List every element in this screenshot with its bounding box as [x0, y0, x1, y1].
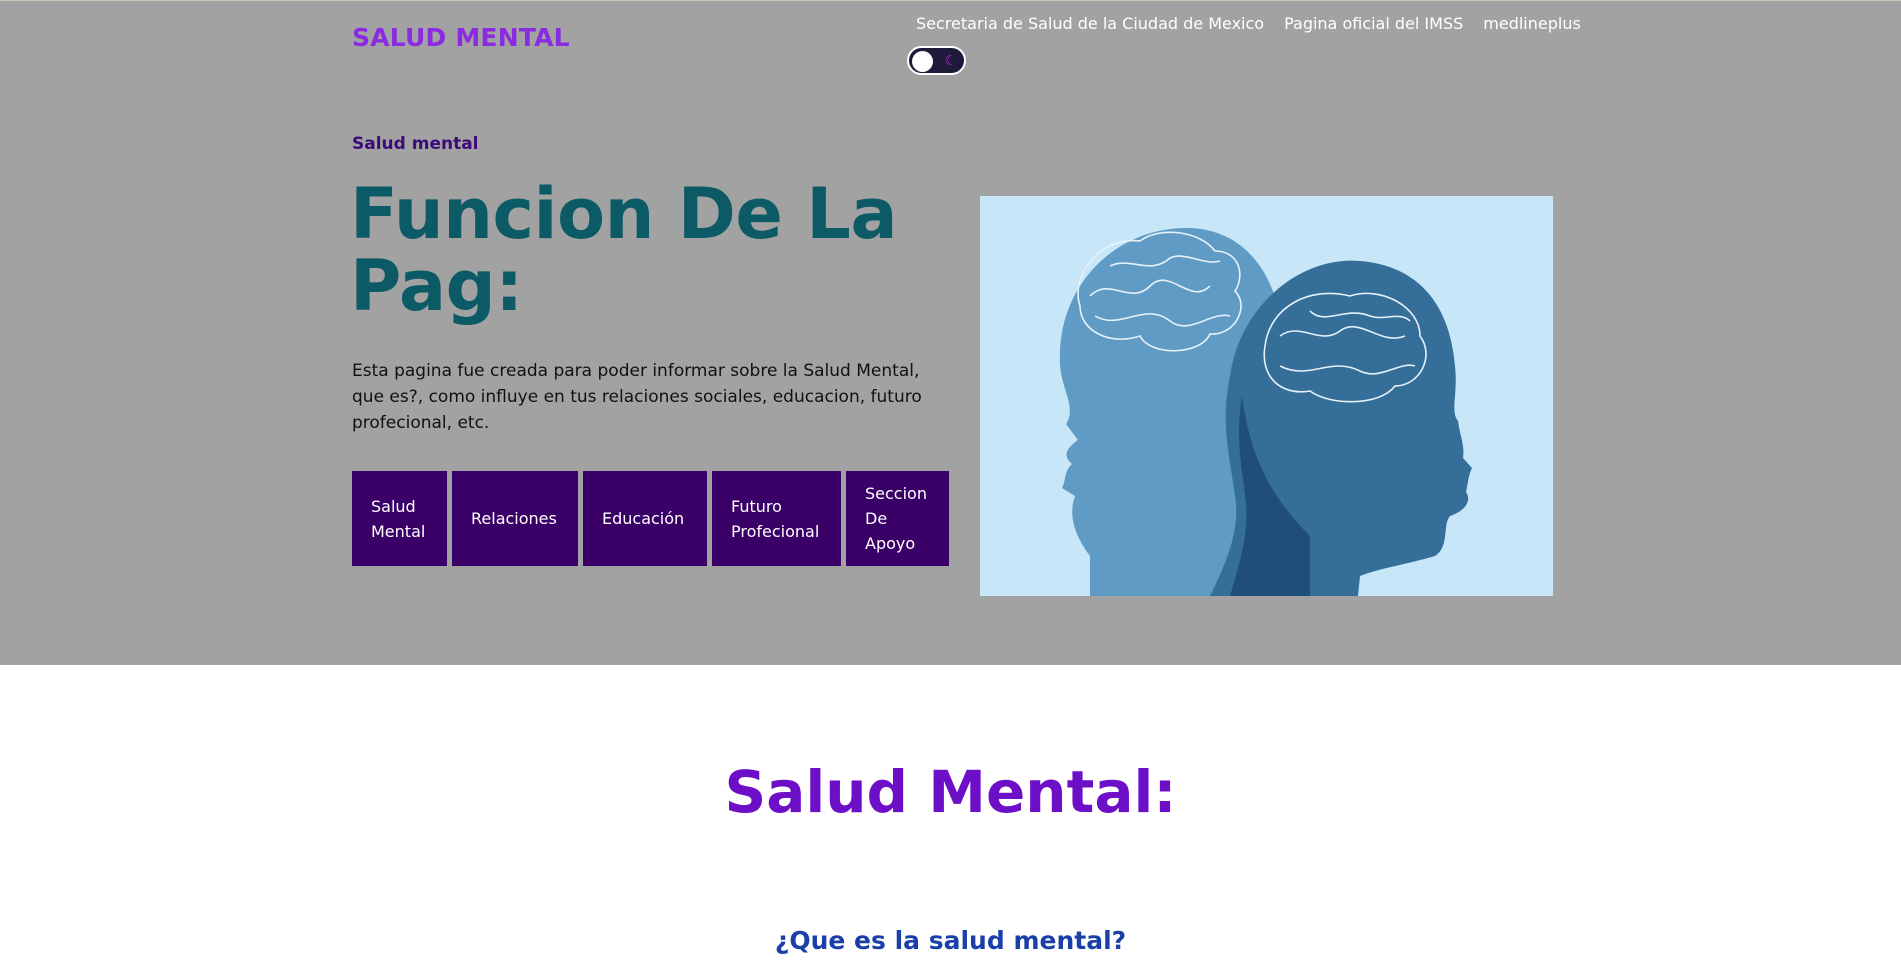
seccion-de-apoyo-button[interactable]: Seccion De Apoyo	[846, 471, 949, 566]
educacion-button[interactable]: Educación	[583, 471, 707, 566]
moon-icon: ☾	[944, 53, 957, 69]
toggle-knob	[912, 51, 933, 72]
section-subtitle: ¿Que es la salud mental?	[774, 926, 1127, 955]
futuro-profecional-button[interactable]: Futuro Profecional	[712, 471, 841, 566]
top-nav: Secretaria de Salud de la Ciudad de Mexi…	[916, 14, 1581, 33]
heads-brain-illustration	[980, 196, 1553, 596]
nav-link-medlineplus[interactable]: medlineplus	[1483, 14, 1581, 33]
nav-link-imss[interactable]: Pagina oficial del IMSS	[1284, 14, 1463, 33]
site-brand[interactable]: SALUD MENTAL	[352, 23, 570, 52]
nav-link-secretaria[interactable]: Secretaria de Salud de la Ciudad de Mexi…	[916, 14, 1264, 33]
hero-eyebrow: Salud mental	[352, 134, 479, 154]
hero-title: Funcion De La Pag:	[350, 173, 898, 327]
hero-description: Esta pagina fue creada para poder inform…	[352, 361, 922, 433]
section-buttons: Salud Mental Relaciones Educación Futuro…	[352, 471, 949, 566]
hero-section: SALUD MENTAL Secretaria de Salud de la C…	[0, 0, 1901, 665]
theme-toggle[interactable]: ☾	[907, 46, 966, 75]
relaciones-button[interactable]: Relaciones	[452, 471, 578, 566]
section-title: Salud Mental:	[724, 758, 1177, 826]
salud-mental-button[interactable]: Salud Mental	[352, 471, 447, 566]
